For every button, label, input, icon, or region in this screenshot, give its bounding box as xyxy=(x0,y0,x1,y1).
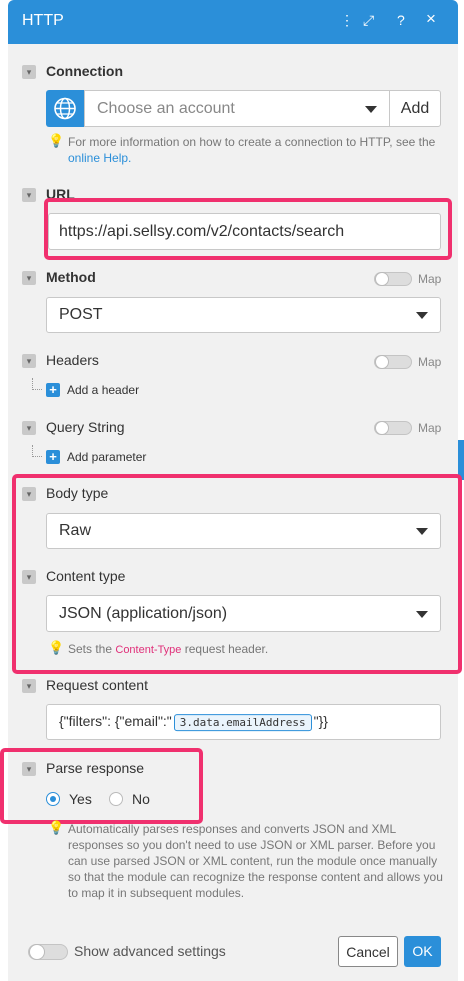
parse-yes-label[interactable]: Yes xyxy=(69,791,92,807)
content-type-hint-prefix: Sets the xyxy=(68,642,113,656)
url-value: https://api.sellsy.com/v2/contacts/searc… xyxy=(59,222,345,240)
content-type-hint-code: Content-Type xyxy=(115,644,182,656)
chevron-down-icon[interactable]: ▾ xyxy=(22,188,36,202)
ok-button[interactable]: OK xyxy=(404,936,441,967)
connection-label: Connection xyxy=(46,63,123,79)
advanced-settings-label[interactable]: Show advanced settings xyxy=(74,943,226,959)
chevron-down-icon[interactable]: ▾ xyxy=(22,65,36,79)
account-select-placeholder: Choose an account xyxy=(97,99,235,117)
method-value: POST xyxy=(59,306,103,323)
request-content-input[interactable]: {"filters": {"email":" 3.data.emailAddres… xyxy=(46,704,441,740)
chevron-down-icon xyxy=(416,312,428,319)
add-header-link[interactable]: Add a header xyxy=(67,383,139,397)
method-select[interactable]: POST xyxy=(46,297,441,333)
help-icon[interactable]: ? xyxy=(397,12,405,28)
chevron-down-icon[interactable]: ▾ xyxy=(22,421,36,435)
module-header: HTTP ⋮ ⤢ ? × xyxy=(8,0,458,44)
plus-icon[interactable]: + xyxy=(46,383,60,397)
method-map-toggle[interactable] xyxy=(374,272,412,286)
radio-dot xyxy=(50,796,56,802)
headers-map-toggle[interactable] xyxy=(374,355,412,369)
headers-map-label: Map xyxy=(418,355,442,369)
request-content-label: Request content xyxy=(46,677,148,693)
content-type-hint-suffix: request header. xyxy=(184,642,269,656)
chevron-down-icon[interactable]: ▾ xyxy=(22,762,36,776)
parse-yes-radio[interactable] xyxy=(46,792,60,806)
content-type-select[interactable]: JSON (application/json) xyxy=(46,595,441,632)
request-content-value: {"filters": {"email":" 3.data.emailAddres… xyxy=(59,713,328,731)
request-content-suffix: "}} xyxy=(313,713,328,730)
lightbulb-icon: 💡 xyxy=(48,640,65,655)
parse-response-hint: Automatically parses responses and conve… xyxy=(68,822,443,900)
query-map-label: Map xyxy=(418,421,442,435)
method-label: Method xyxy=(46,269,96,285)
url-label: URL xyxy=(46,186,75,202)
method-map-label: Map xyxy=(418,272,442,286)
tree-connector xyxy=(32,378,42,390)
parse-no-label[interactable]: No xyxy=(132,791,150,807)
headers-label: Headers xyxy=(46,352,99,368)
query-string-label: Query String xyxy=(46,419,125,435)
chevron-down-icon[interactable]: ▾ xyxy=(22,271,36,285)
more-vertical-icon[interactable]: ⋮ xyxy=(340,12,354,29)
tree-connector xyxy=(32,445,42,457)
toggle-knob xyxy=(375,355,389,369)
advanced-settings-toggle[interactable] xyxy=(28,944,68,960)
toggle-knob xyxy=(375,272,389,286)
content-type-label: Content type xyxy=(46,568,126,584)
body-type-label: Body type xyxy=(46,485,109,501)
cancel-button[interactable]: Cancel xyxy=(338,936,398,967)
close-icon[interactable]: × xyxy=(426,9,436,29)
chevron-down-icon[interactable]: ▾ xyxy=(22,679,36,693)
toggle-knob xyxy=(375,421,389,435)
content-type-hint: Sets the Content-Type request header. xyxy=(68,641,268,658)
body-type-select[interactable]: Raw xyxy=(46,513,441,549)
url-input[interactable]: https://api.sellsy.com/v2/contacts/searc… xyxy=(48,213,441,250)
scroll-accent xyxy=(458,440,464,480)
add-parameter-link[interactable]: Add parameter xyxy=(67,450,146,464)
chevron-down-icon[interactable]: ▾ xyxy=(22,570,36,584)
content-type-value: JSON (application/json) xyxy=(59,604,228,622)
module-title: HTTP xyxy=(22,12,64,29)
online-help-link[interactable]: online Help. xyxy=(68,151,131,165)
chevron-down-icon xyxy=(416,610,428,618)
parse-no-radio[interactable] xyxy=(109,792,123,806)
globe-icon xyxy=(46,90,84,127)
body-type-value: Raw xyxy=(59,522,92,539)
lightbulb-icon: 💡 xyxy=(48,820,65,835)
mapped-variable-pill[interactable]: 3.data.emailAddress xyxy=(173,713,312,731)
request-content-prefix: {"filters": {"email":" xyxy=(59,713,172,730)
chevron-down-icon[interactable]: ▾ xyxy=(22,487,36,501)
add-connection-button[interactable]: Add xyxy=(389,90,441,127)
lightbulb-icon: 💡 xyxy=(48,133,65,148)
plus-icon[interactable]: + xyxy=(46,450,60,464)
chevron-down-icon xyxy=(416,528,428,535)
account-select[interactable]: Choose an account xyxy=(84,90,390,127)
toggle-knob xyxy=(29,944,45,960)
chevron-down-icon xyxy=(365,105,377,113)
parse-response-label: Parse response xyxy=(46,760,145,776)
connection-hint-text: For more information on how to create a … xyxy=(68,135,436,149)
expand-icon[interactable]: ⤢ xyxy=(363,12,374,29)
chevron-down-icon[interactable]: ▾ xyxy=(22,354,36,368)
connection-hint: For more information on how to create a … xyxy=(68,134,443,166)
query-map-toggle[interactable] xyxy=(374,421,412,435)
